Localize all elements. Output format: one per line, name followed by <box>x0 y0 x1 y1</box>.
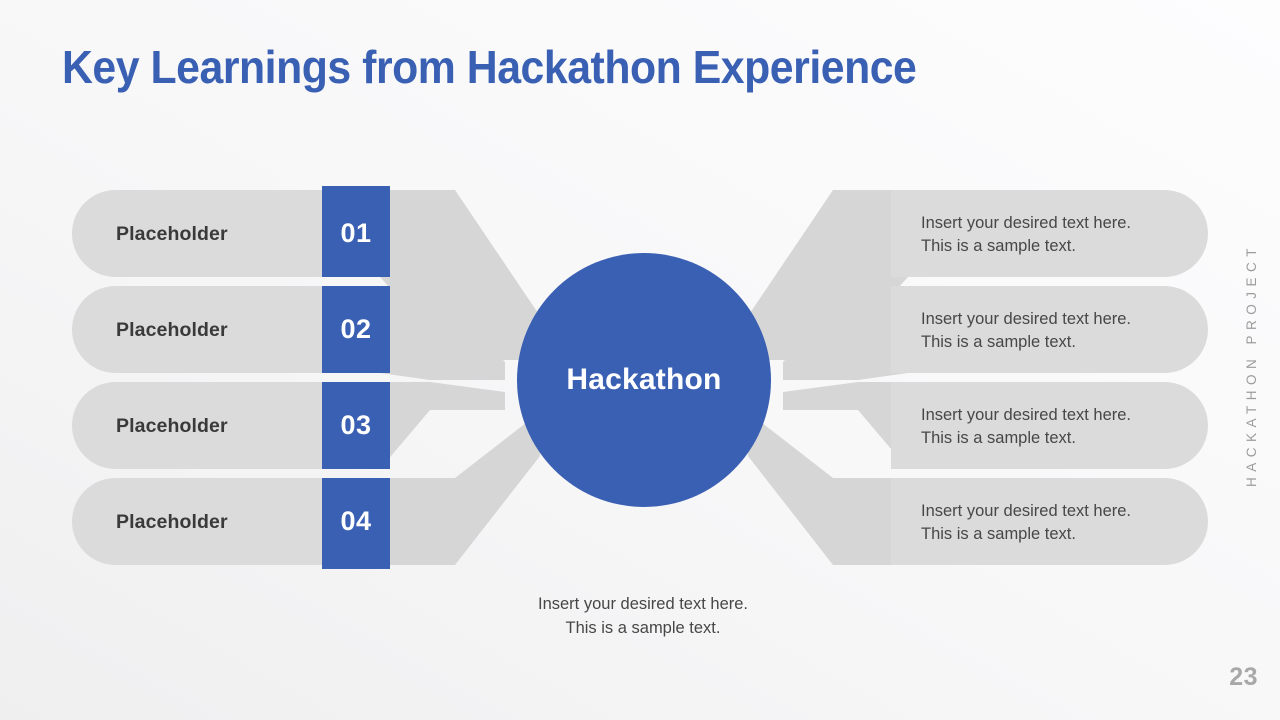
left-item-number-1: 01 <box>340 218 372 248</box>
left-item-number-2: 02 <box>340 314 372 344</box>
right-item-text-2: Insert your desired text here. This is a… <box>921 310 1132 351</box>
left-item-number-4: 04 <box>340 506 372 536</box>
side-rail-label: HACKATHON PROJECT <box>1243 242 1259 487</box>
left-item-label-4: Placeholder <box>116 511 228 533</box>
right-item-text-1: Insert your desired text here. This is a… <box>921 214 1132 255</box>
left-item-number-3: 03 <box>340 410 372 440</box>
left-item-label-1: Placeholder <box>116 223 228 245</box>
side-rail: HACKATHON PROJECT <box>1236 200 1266 530</box>
right-item-text-4: Insert your desired text here. This is a… <box>921 502 1132 543</box>
right-item-text-3: Insert your desired text here. This is a… <box>921 406 1132 447</box>
left-item-label-3: Placeholder <box>116 415 228 437</box>
hub-label: Hackathon <box>566 363 722 396</box>
footer-note: Insert your desired text here. This is a… <box>537 595 749 637</box>
page-number: 23 <box>1229 663 1258 691</box>
left-item-label-2: Placeholder <box>116 319 228 341</box>
